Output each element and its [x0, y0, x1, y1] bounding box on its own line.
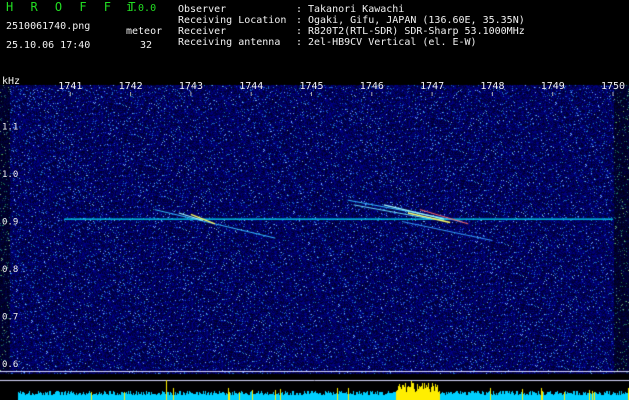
y-tick-label: 1.1 [2, 123, 18, 133]
hrofft-window: H R O F F T 1.0.0 2510061740.png 25.10.0… [0, 0, 629, 400]
x-tick-label: 1750 [601, 81, 625, 92]
x-tick-label: 1747 [420, 81, 444, 92]
axes-overlay: kHz 1741 1742 1743 1744 1745 1746 1747 1748 1749… [2, 76, 625, 371]
y-tick-label: 1.0 [2, 170, 18, 180]
y-axis-unit: kHz [2, 76, 20, 87]
x-tick-label: 1748 [480, 81, 504, 92]
y-tick-label: 0.6 [2, 360, 18, 370]
x-tick-label: 1749 [541, 81, 565, 92]
y-tick-label: 0.7 [2, 313, 18, 323]
x-tick-label: 1746 [360, 81, 384, 92]
x-tick-label: 1741 [58, 81, 82, 92]
x-tick-label: 1742 [119, 81, 143, 92]
x-tick-label: 1743 [179, 81, 203, 92]
x-tick-label: 1744 [239, 81, 263, 92]
y-tick-label: 0.8 [2, 265, 18, 275]
x-axis: 1741 1742 1743 1744 1745 1746 1747 1748 1749 1750 [58, 81, 625, 96]
x-tick-label: 1745 [300, 81, 324, 92]
y-axis: 1.1 1.0 0.9 0.8 0.7 0.6 [2, 123, 18, 371]
y-tick-label: 0.9 [2, 218, 18, 228]
